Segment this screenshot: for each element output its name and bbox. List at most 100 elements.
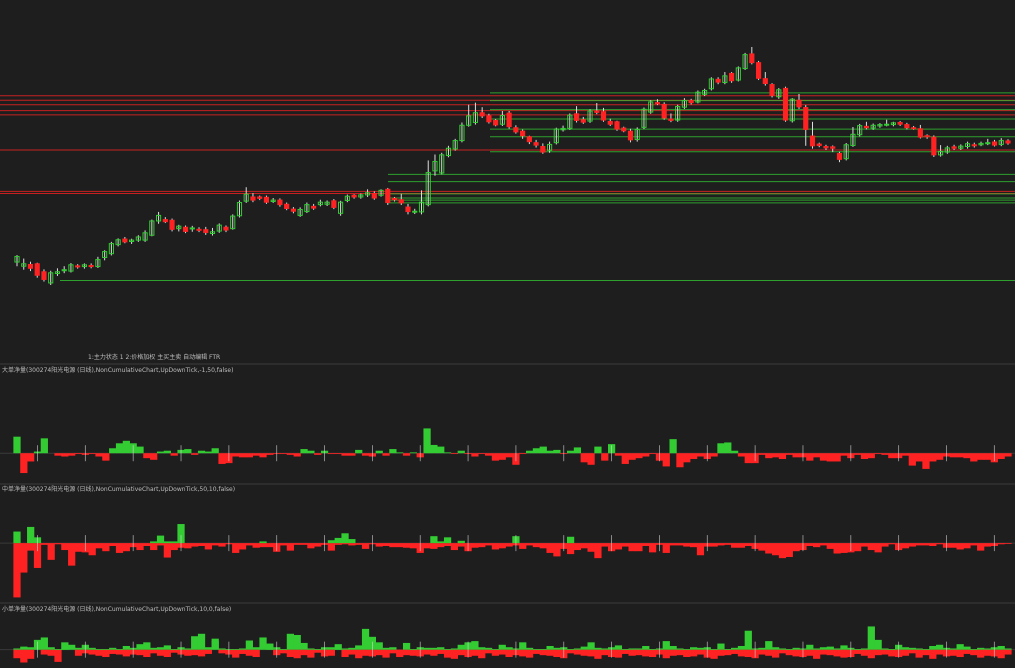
candle-body xyxy=(911,127,917,130)
negative-bar xyxy=(744,453,752,464)
negative-bar xyxy=(765,453,773,459)
negative-bar xyxy=(983,543,992,547)
candle-body xyxy=(614,121,620,130)
negative-bar xyxy=(245,649,253,656)
positive-bar xyxy=(423,428,431,454)
negative-bar xyxy=(40,543,48,545)
negative-bar xyxy=(532,543,541,548)
negative-bar xyxy=(977,649,985,658)
negative-bar xyxy=(676,649,684,656)
positive-bar xyxy=(245,640,253,650)
positive-bar xyxy=(409,649,418,650)
negative-bar xyxy=(854,649,862,654)
negative-bar xyxy=(279,453,288,455)
candle-body xyxy=(75,265,81,268)
negative-bar xyxy=(238,649,247,654)
negative-bar xyxy=(648,543,657,553)
negative-bar xyxy=(102,453,110,461)
negative-bar xyxy=(874,543,882,553)
negative-bar xyxy=(792,649,800,657)
negative-bar xyxy=(813,649,821,659)
negative-bar xyxy=(840,453,848,456)
negative-bar xyxy=(908,453,916,466)
negative-bar xyxy=(758,649,766,655)
negative-bar xyxy=(553,543,561,557)
positive-bar xyxy=(731,450,739,454)
negative-bar xyxy=(614,453,623,456)
positive-bar xyxy=(163,450,171,454)
negative-bar xyxy=(450,453,459,455)
positive-bar xyxy=(40,438,48,454)
negative-bar xyxy=(478,543,486,548)
negative-bar xyxy=(396,649,404,657)
negative-bar xyxy=(430,543,438,549)
negative-bar xyxy=(232,543,240,553)
candle xyxy=(661,102,667,120)
negative-bar xyxy=(327,649,336,656)
negative-bar xyxy=(191,649,199,656)
negative-bar xyxy=(717,543,725,546)
negative-bar xyxy=(437,649,445,654)
negative-bar xyxy=(13,543,21,598)
negative-bar xyxy=(642,543,650,546)
candle-body xyxy=(506,112,512,128)
negative-bar xyxy=(744,649,752,657)
negative-bar xyxy=(997,543,1005,545)
positive-bar xyxy=(307,450,315,454)
negative-bar xyxy=(648,649,657,657)
negative-bar xyxy=(484,543,493,546)
negative-bar xyxy=(635,453,643,459)
negative-bar xyxy=(621,543,629,547)
negative-bar xyxy=(662,453,670,467)
positive-bar xyxy=(341,648,349,650)
positive-bar xyxy=(915,648,923,650)
positive-bar xyxy=(553,449,561,454)
positive-bar xyxy=(731,647,739,650)
negative-bar xyxy=(143,453,151,459)
negative-bar xyxy=(361,543,370,549)
negative-bar xyxy=(197,543,206,546)
positive-bar xyxy=(47,647,55,650)
negative-bar xyxy=(293,453,301,457)
negative-bar xyxy=(307,543,315,549)
negative-bar xyxy=(922,649,930,656)
candle-body xyxy=(991,141,998,146)
negative-bar xyxy=(443,649,452,658)
negative-bar xyxy=(191,543,199,547)
negative-bar xyxy=(40,649,48,655)
positive-bar xyxy=(95,649,103,650)
negative-bar xyxy=(375,543,383,547)
candle-body xyxy=(371,192,377,199)
negative-bar xyxy=(997,453,1005,459)
positive-bar xyxy=(1004,648,1012,650)
negative-bar xyxy=(676,543,684,546)
positive-bar xyxy=(785,649,793,650)
pane-title-small: 小单净量(300274阳光电源 (日线),NonCumulativeChart,… xyxy=(2,605,231,613)
candle-body xyxy=(203,229,209,233)
candle-body xyxy=(755,62,762,79)
negative-bar xyxy=(382,453,390,456)
candle-body xyxy=(398,199,404,204)
negative-bar xyxy=(471,453,479,457)
negative-bar xyxy=(949,649,957,656)
negative-bar xyxy=(614,649,623,658)
negative-bar xyxy=(826,543,834,549)
negative-bar xyxy=(197,649,206,657)
positive-bar xyxy=(457,540,465,544)
positive-bar xyxy=(13,648,21,650)
negative-bar xyxy=(854,543,862,552)
candle-body xyxy=(600,111,607,121)
positive-bar xyxy=(683,649,691,650)
negative-bar xyxy=(102,543,110,552)
candle-body xyxy=(621,127,627,132)
negative-bar xyxy=(409,543,418,549)
candle-body xyxy=(513,127,519,133)
positive-bar xyxy=(361,628,370,650)
positive-bar xyxy=(881,648,889,650)
positive-bar xyxy=(635,648,643,650)
candle-body xyxy=(769,84,775,96)
negative-bar xyxy=(929,649,937,659)
negative-bar xyxy=(150,543,158,551)
negative-bar xyxy=(956,543,964,550)
positive-bar xyxy=(717,443,725,454)
